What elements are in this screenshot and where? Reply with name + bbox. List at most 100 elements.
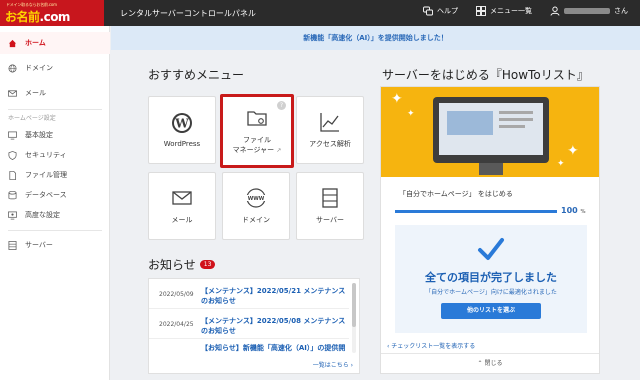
domain-label: ドメイン (242, 216, 270, 224)
file-manager-tile[interactable]: ? ファイル マネージャー ↗ (220, 94, 294, 168)
checkmark-icon (478, 238, 504, 260)
advanced-settings-icon (8, 211, 17, 219)
monitor-illustration (433, 97, 549, 163)
howto-subtitle: 「自分でホームページ」 をはじめる (399, 190, 513, 198)
server-icon (8, 240, 17, 250)
sidebar-item-server[interactable]: サーバー (0, 234, 110, 256)
news-item[interactable]: 2022/04/25 【メンテナンス】2022/05/08 メンテナンスのお知ら… (149, 309, 349, 339)
sidebar: ホーム ドメイン メール ホームページ設定 基本設定 セキュリティ ファイル管理… (0, 26, 110, 380)
masked-username (564, 8, 610, 14)
mail-tile[interactable]: メール (148, 172, 216, 240)
sidebar-item-basic-settings[interactable]: 基本設定 (0, 124, 110, 146)
wordpress-icon: W (172, 113, 192, 133)
external-link-icon: ↗ (276, 146, 282, 154)
news-header: お知らせ 13 (148, 256, 216, 273)
help-icon (423, 6, 433, 16)
news-link[interactable]: 【メンテナンス】2022/05/08 メンテナンスのお知らせ (201, 316, 347, 336)
wordpress-label: WordPress (163, 140, 201, 148)
database-icon (8, 190, 17, 199)
close-button[interactable]: ⌃ 閉じる (381, 353, 599, 373)
sidebar-item-mail[interactable]: メール (0, 82, 110, 104)
access-analysis-label: アクセス解析 (309, 140, 351, 148)
sparkle-icon: ✦ (407, 109, 415, 119)
shield-icon (8, 150, 17, 160)
domain-tile[interactable]: WWW ドメイン (222, 172, 290, 240)
recommend-title: おすすめメニュー (148, 68, 245, 82)
chevron-up-icon: ⌃ (477, 360, 483, 367)
mail-icon (8, 89, 17, 97)
file-icon (9, 170, 17, 180)
wordpress-tile[interactable]: W WordPress (148, 96, 216, 164)
svg-text:W: W (174, 117, 189, 131)
server-label: サーバー (316, 216, 344, 224)
chart-icon (320, 113, 339, 132)
sidebar-group-label: ホームページ設定 (8, 115, 56, 122)
howto-panel: ✦ ✦ ✦ ✦ 「自分でホームページ」 をはじめる 100 % 全ての項目が完了… (380, 86, 600, 374)
svg-text:WWW: WWW (248, 196, 265, 202)
news-link[interactable]: 【お知らせ】新機能「高速化（AI）」の提供開 (201, 343, 347, 353)
sidebar-item-label: 基本設定 (25, 131, 53, 139)
sidebar-item-label: ファイル管理 (25, 171, 67, 179)
progress-value: 100 % (561, 206, 586, 215)
choose-other-list-button[interactable]: 他のリストを選ぶ (441, 303, 541, 319)
sidebar-divider (8, 230, 102, 231)
mail-label: メール (171, 216, 193, 224)
sparkle-icon: ✦ (567, 143, 579, 159)
top-bar: ドメイン取るならお名前.com お名前.com レンタルサーバーコントロールパネ… (0, 0, 640, 26)
notice-banner[interactable]: 新機能「高速化（AI）」を提供開始しました！ (111, 26, 640, 50)
news-link[interactable]: 【メンテナンス】2022/05/21 メンテナンスのお知らせ (201, 286, 347, 306)
menu-list-link[interactable]: メニュー一覧 (476, 6, 532, 16)
brand-logo[interactable]: ドメイン取るならお名前.com お名前.com (0, 0, 104, 26)
sidebar-item-label: 高度な設定 (25, 211, 60, 219)
news-scrollbar-thumb[interactable] (352, 283, 356, 327)
file-manager-label: ファイル マネージャー ↗ (232, 135, 282, 154)
news-date: 2022/04/25 (159, 321, 194, 328)
sidebar-item-file-management[interactable]: ファイル管理 (0, 164, 110, 186)
folder-gear-icon (247, 110, 267, 126)
sidebar-item-advanced-settings[interactable]: 高度な設定 (0, 204, 110, 226)
howto-hero-image: ✦ ✦ ✦ ✦ (381, 87, 599, 177)
user-suffix: さん (614, 7, 628, 15)
news-date: 2022/05/09 (159, 291, 194, 298)
user-menu[interactable]: さん (550, 6, 628, 16)
sidebar-item-label: データベース (25, 191, 67, 199)
howto-title: サーバーをはじめる『HowToリスト』 (382, 68, 589, 82)
monitor-stand (479, 163, 503, 175)
news-count-badge: 13 (199, 260, 216, 269)
complete-title: 全ての項目が完了しました (425, 271, 557, 284)
sidebar-divider (8, 109, 102, 110)
www-globe-icon: WWW (246, 188, 266, 208)
server-rack-icon (322, 188, 338, 208)
sidebar-item-security[interactable]: セキュリティ (0, 144, 110, 166)
user-icon (550, 6, 560, 16)
monitor-icon (8, 131, 17, 139)
sparkle-icon: ✦ (557, 159, 565, 169)
grid-icon (476, 6, 486, 16)
completion-box: 全ての項目が完了しました 「自分でホームページ」向けに最適化されました 他のリス… (395, 225, 587, 333)
server-tile[interactable]: サーバー (296, 172, 364, 240)
envelope-icon (172, 191, 192, 205)
sidebar-item-home[interactable]: ホーム (0, 32, 110, 54)
help-label: ヘルプ (437, 7, 458, 15)
news-panel: 2022/05/09 【メンテナンス】2022/05/21 メンテナンスのお知ら… (148, 278, 360, 374)
control-panel-title: レンタルサーバーコントロールパネル (120, 9, 256, 18)
sidebar-item-label: ドメイン (25, 64, 53, 72)
news-more-link[interactable]: 一覧はこちら › (313, 360, 353, 369)
checklist-list-link[interactable]: ‹ チェックリスト一覧を表示する (387, 341, 475, 350)
sidebar-item-domain[interactable]: ドメイン (0, 57, 110, 79)
news-item[interactable]: 【お知らせ】新機能「高速化（AI）」の提供開 (149, 339, 349, 353)
top-right-controls: ヘルプ メニュー一覧 さん (423, 6, 628, 16)
access-analysis-tile[interactable]: アクセス解析 (296, 96, 364, 164)
help-question-icon[interactable]: ? (277, 101, 286, 110)
sidebar-item-label: セキュリティ (25, 151, 67, 159)
globe-icon (8, 64, 17, 72)
sidebar-item-label: サーバー (25, 241, 53, 249)
news-item[interactable]: 2022/05/09 【メンテナンス】2022/05/21 メンテナンスのお知ら… (149, 279, 349, 309)
sidebar-item-database[interactable]: データベース (0, 184, 110, 206)
news-title: お知らせ (148, 258, 196, 272)
progress-fill (395, 210, 557, 213)
complete-subtitle: 「自分でホームページ」向けに最適化されました (425, 289, 557, 296)
close-label: 閉じる (484, 360, 503, 367)
help-link[interactable]: ヘルプ (423, 6, 458, 16)
sidebar-item-label: メール (25, 89, 46, 97)
